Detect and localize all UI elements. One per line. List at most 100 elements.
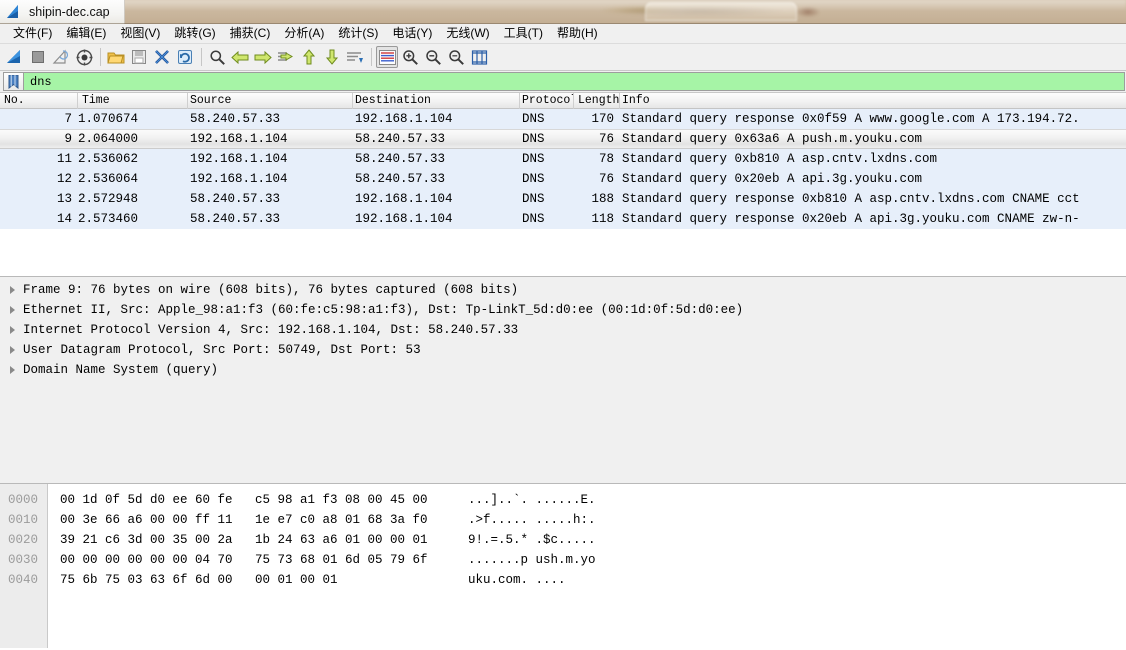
table-row[interactable]: 7 1.070674 58.240.57.33 192.168.1.104 DN… <box>0 109 1126 129</box>
menu-item-tools[interactable]: 工具(T) <box>497 25 550 43</box>
cell-protocol: DNS <box>522 132 545 146</box>
cell-length: 170 <box>591 112 614 126</box>
menu-item-help[interactable]: 帮助(H) <box>550 25 605 43</box>
column-header-no[interactable]: No. <box>0 93 78 109</box>
cell-no: 9 <box>64 132 72 146</box>
cell-no: 14 <box>56 212 72 226</box>
packet-list-pane[interactable]: No. Time Source Destination Protocol Len… <box>0 93 1126 277</box>
cell-protocol: DNS <box>522 112 545 126</box>
chevron-right-icon[interactable] <box>8 305 17 315</box>
cell-info: Standard query response 0x0f59 A www.goo… <box>622 112 1080 126</box>
detail-tree-row[interactable]: Domain Name System (query) <box>0 360 1126 380</box>
chevron-right-icon[interactable] <box>8 345 17 355</box>
table-row[interactable]: 9 2.064000 192.168.1.104 58.240.57.33 DN… <box>0 129 1126 149</box>
packet-details-pane[interactable]: Frame 9: 76 bytes on wire (608 bits), 76… <box>0 277 1126 484</box>
detail-row-label: User Datagram Protocol, Src Port: 50749,… <box>23 343 421 357</box>
cell-length: 188 <box>591 192 614 206</box>
detail-row-label: Internet Protocol Version 4, Src: 192.16… <box>23 323 519 337</box>
save-file-icon[interactable] <box>128 46 150 68</box>
hex-row[interactable]: 0030 00 00 00 00 00 00 04 70 75 73 68 01… <box>0 550 1126 570</box>
cell-info: Standard query 0xb810 A asp.cntv.lxdns.c… <box>622 152 938 166</box>
detail-tree-row[interactable]: Ethernet II, Src: Apple_98:a1:f3 (60:fe:… <box>0 300 1126 320</box>
hex-row[interactable]: 0020 39 21 c6 3d 00 35 00 2a 1b 24 63 a6… <box>0 530 1126 550</box>
display-filter-input[interactable]: dns <box>23 72 1125 91</box>
cell-length: 118 <box>591 212 614 226</box>
detail-row-label: Frame 9: 76 bytes on wire (608 bits), 76… <box>23 283 519 297</box>
cell-destination: 192.168.1.104 <box>355 212 453 226</box>
restart-capture-icon[interactable] <box>50 46 72 68</box>
cell-source: 192.168.1.104 <box>190 152 288 166</box>
detail-row-label: Ethernet II, Src: Apple_98:a1:f3 (60:fe:… <box>23 303 744 317</box>
packet-list-header: No. Time Source Destination Protocol Len… <box>0 93 1126 109</box>
hex-offset: 0010 <box>8 513 39 527</box>
menu-item-file[interactable]: 文件(F) <box>6 25 59 43</box>
zoom-out-icon[interactable] <box>422 46 444 68</box>
menu-item-telephony[interactable]: 电话(Y) <box>385 25 439 43</box>
cell-source: 192.168.1.104 <box>190 132 288 146</box>
column-header-destination[interactable]: Destination <box>353 93 520 109</box>
stop-capture-icon[interactable] <box>27 46 49 68</box>
background-desktop-blur <box>0 0 1126 24</box>
go-first-packet-icon[interactable] <box>298 46 320 68</box>
go-forward-icon[interactable] <box>252 46 274 68</box>
cell-source: 58.240.57.33 <box>190 112 281 126</box>
menu-item-statistics[interactable]: 统计(S) <box>331 25 385 43</box>
go-to-packet-icon[interactable] <box>275 46 297 68</box>
colorize-icon[interactable] <box>376 46 398 68</box>
start-capture-icon[interactable] <box>4 46 26 68</box>
hex-ascii: .>f..... .....h:. <box>468 513 596 527</box>
auto-scroll-icon[interactable] <box>344 46 366 68</box>
resize-columns-icon[interactable] <box>468 46 490 68</box>
hex-offset: 0000 <box>8 493 39 507</box>
cell-length: 78 <box>598 152 614 166</box>
table-row[interactable]: 13 2.572948 58.240.57.33 192.168.1.104 D… <box>0 189 1126 209</box>
cell-time: 2.573460 <box>78 212 139 226</box>
hex-row[interactable]: 0000 00 1d 0f 5d d0 ee 60 fe c5 98 a1 f3… <box>0 490 1126 510</box>
menu-item-capture[interactable]: 捕获(C) <box>223 25 278 43</box>
close-file-icon[interactable] <box>151 46 173 68</box>
cell-info: Standard query response 0xb810 A asp.cnt… <box>622 192 1080 206</box>
go-back-icon[interactable] <box>229 46 251 68</box>
go-last-packet-icon[interactable] <box>321 46 343 68</box>
menu-item-wireless[interactable]: 无线(W) <box>439 25 496 43</box>
cell-time: 2.536062 <box>78 152 139 166</box>
menu-item-view[interactable]: 视图(V) <box>113 25 167 43</box>
column-header-protocol[interactable]: Protocol <box>520 93 574 109</box>
find-packet-icon[interactable] <box>206 46 228 68</box>
column-header-source[interactable]: Source <box>188 93 353 109</box>
packet-bytes-pane[interactable]: 0000 00 1d 0f 5d d0 ee 60 fe c5 98 a1 f3… <box>0 484 1126 648</box>
menu-item-analyze[interactable]: 分析(A) <box>277 25 331 43</box>
cell-destination: 192.168.1.104 <box>355 112 453 126</box>
chevron-right-icon[interactable] <box>8 325 17 335</box>
cell-no: 7 <box>64 112 72 126</box>
wireshark-fin-icon <box>6 5 23 19</box>
zoom-reset-icon[interactable] <box>445 46 467 68</box>
detail-tree-row[interactable]: Internet Protocol Version 4, Src: 192.16… <box>0 320 1126 340</box>
reload-file-icon[interactable] <box>174 46 196 68</box>
hex-row[interactable]: 0040 75 6b 75 03 63 6f 6d 00 00 01 00 01… <box>0 570 1126 590</box>
cell-info: Standard query 0x20eb A api.3g.youku.com <box>622 172 923 186</box>
column-header-time[interactable]: Time <box>78 93 188 109</box>
hex-ascii: .......p ush.m.yo <box>468 553 596 567</box>
detail-tree-row[interactable]: User Datagram Protocol, Src Port: 50749,… <box>0 340 1126 360</box>
column-header-length[interactable]: Length <box>574 93 620 109</box>
table-row[interactable]: 12 2.536064 192.168.1.104 58.240.57.33 D… <box>0 169 1126 189</box>
filter-bookmark-icon[interactable] <box>3 72 23 91</box>
chevron-right-icon[interactable] <box>8 365 17 375</box>
menu-item-edit[interactable]: 编辑(E) <box>59 25 113 43</box>
capture-options-icon[interactable] <box>73 46 95 68</box>
menu-item-go[interactable]: 跳转(G) <box>167 25 222 43</box>
column-header-info[interactable]: Info <box>620 93 1126 109</box>
detail-tree-row[interactable]: Frame 9: 76 bytes on wire (608 bits), 76… <box>0 280 1126 300</box>
table-row[interactable]: 11 2.536062 192.168.1.104 58.240.57.33 D… <box>0 149 1126 169</box>
zoom-in-icon[interactable] <box>399 46 421 68</box>
hex-offset: 0040 <box>8 573 39 587</box>
menu-bar: 文件(F) 编辑(E) 视图(V) 跳转(G) 捕获(C) 分析(A) 统计(S… <box>0 24 1126 44</box>
cell-length: 76 <box>598 132 614 146</box>
cell-time: 2.536064 <box>78 172 139 186</box>
cell-destination: 58.240.57.33 <box>355 172 446 186</box>
open-file-icon[interactable] <box>105 46 127 68</box>
table-row[interactable]: 14 2.573460 58.240.57.33 192.168.1.104 D… <box>0 209 1126 229</box>
chevron-right-icon[interactable] <box>8 285 17 295</box>
hex-row[interactable]: 0010 00 3e 66 a6 00 00 ff 11 1e e7 c0 a8… <box>0 510 1126 530</box>
